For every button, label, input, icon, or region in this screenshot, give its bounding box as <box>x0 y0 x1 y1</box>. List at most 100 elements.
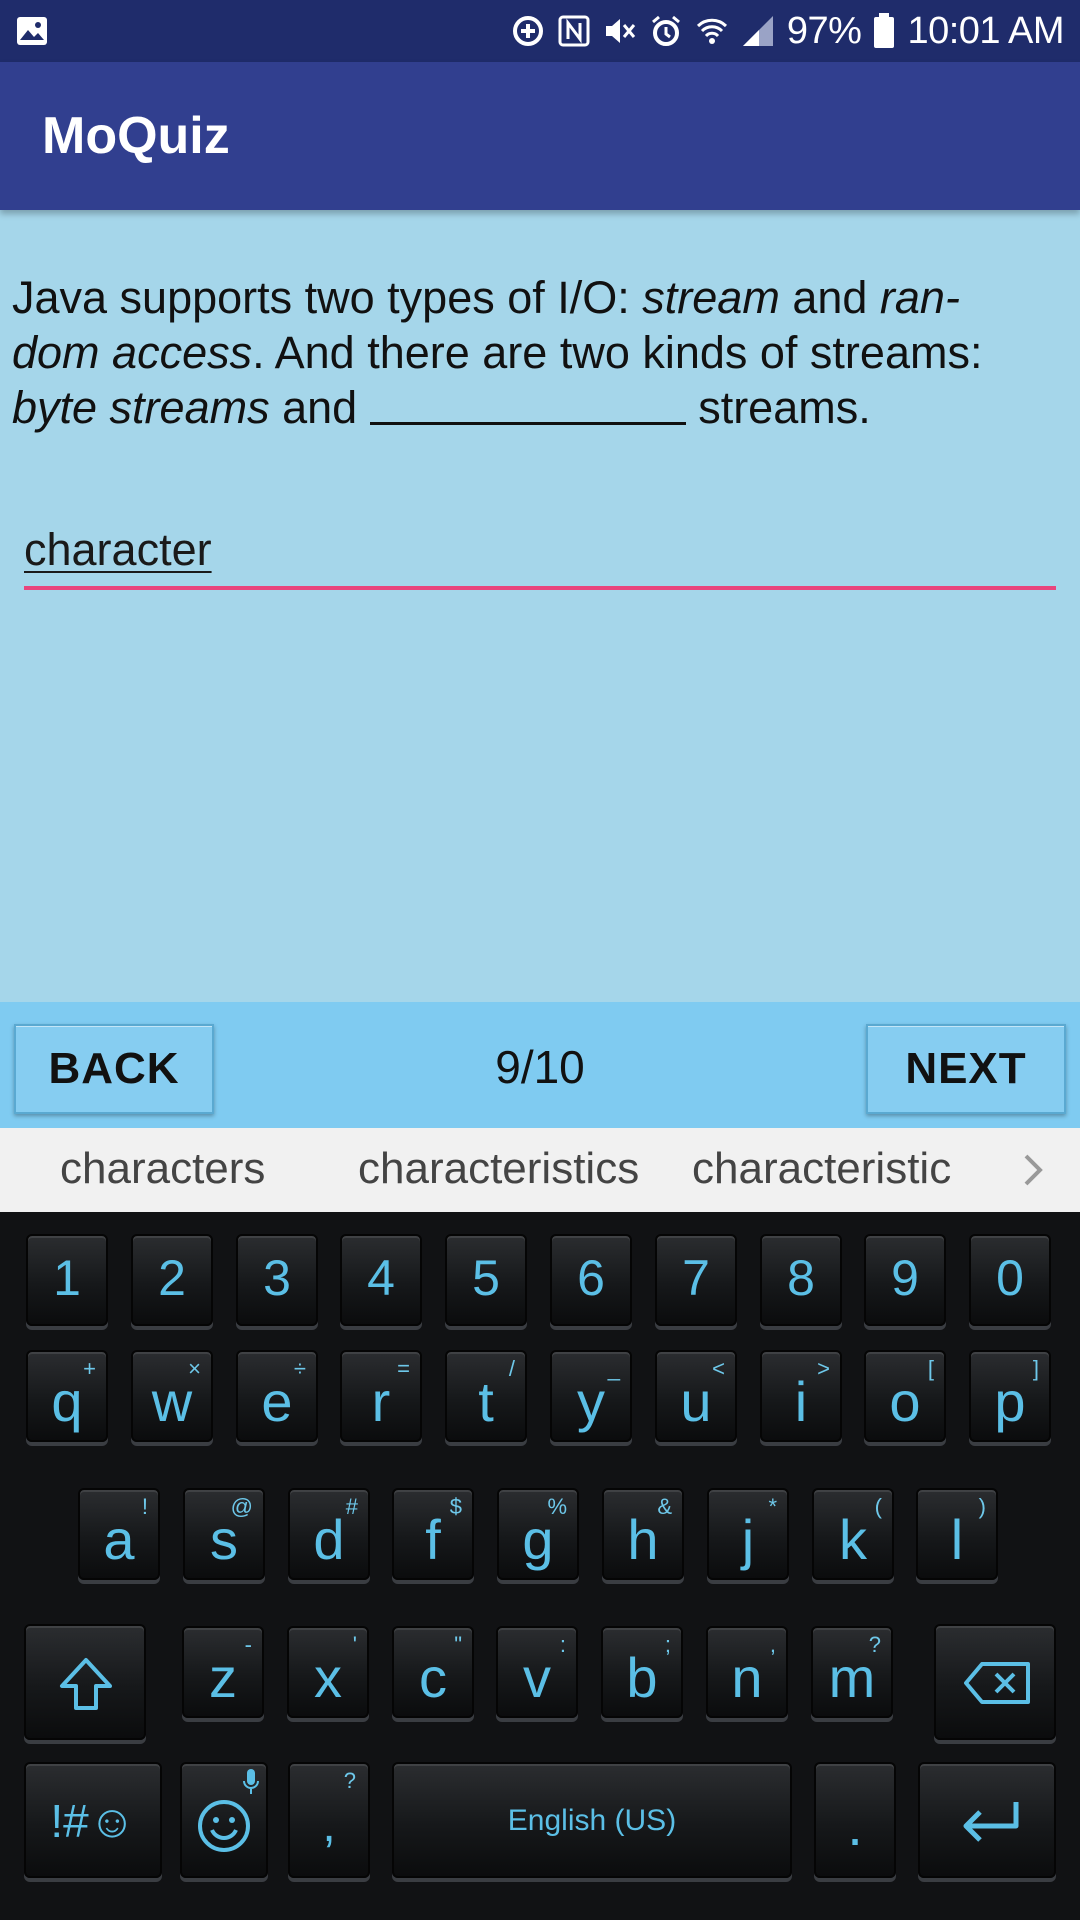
suggestion-item[interactable]: characteristic <box>692 1144 951 1194</box>
key-2-label: 2 <box>158 1250 186 1306</box>
key-m[interactable]: ? m <box>811 1626 893 1718</box>
key-0[interactable]: 0 <box>969 1234 1051 1326</box>
key-4[interactable]: 4 <box>340 1234 422 1326</box>
key-x[interactable]: ' x <box>287 1626 369 1718</box>
key-0-label: 0 <box>996 1250 1024 1306</box>
next-button[interactable]: NEXT <box>866 1024 1066 1114</box>
key-g[interactable]: % g <box>497 1488 579 1580</box>
key-5[interactable]: 5 <box>445 1234 527 1326</box>
key-7[interactable]: 7 <box>655 1234 737 1326</box>
key-r-label: r <box>371 1370 391 1433</box>
key-f-label: f <box>425 1508 441 1571</box>
question-text: Java supports two types of I/O: stream a… <box>12 270 1068 435</box>
space-key[interactable]: English (US) <box>392 1762 792 1878</box>
key-p-label: p <box>994 1370 1026 1433</box>
mic-icon <box>243 1769 259 1794</box>
key-q[interactable]: + q <box>26 1350 108 1442</box>
key-h[interactable]: & h <box>602 1488 684 1580</box>
comma-key[interactable]: ? , <box>288 1762 370 1878</box>
key-2[interactable]: 2 <box>131 1234 213 1326</box>
key-c[interactable]: " c <box>392 1626 474 1718</box>
key-v-label: v <box>523 1646 551 1709</box>
app-bar: MoQuiz <box>0 62 1080 210</box>
key-b-label: b <box>626 1646 658 1709</box>
key-m-label: m <box>828 1646 876 1709</box>
shift-key[interactable] <box>24 1624 146 1740</box>
key-r[interactable]: = r <box>340 1350 422 1442</box>
key-z-label: z <box>209 1646 237 1709</box>
key-k-label: k <box>839 1508 867 1571</box>
key-w-label: w <box>151 1370 193 1433</box>
key-x-label: x <box>314 1646 342 1709</box>
answer-blank <box>369 385 686 425</box>
data-saver-icon <box>511 14 545 48</box>
quiz-nav-bar: BACK 9/10 NEXT <box>0 1002 1080 1128</box>
key-p[interactable]: ] p <box>969 1350 1051 1442</box>
question-emphasis: ran- <box>879 272 960 323</box>
key-v[interactable]: :v <box>496 1626 578 1718</box>
key-b[interactable]: ; b <box>601 1626 683 1718</box>
question-part: . And there are two kinds of streams: <box>252 327 983 378</box>
space-key-label: English (US) <box>507 1804 677 1837</box>
app-title: MoQuiz <box>42 107 230 165</box>
key-w[interactable]: × w <box>131 1350 213 1442</box>
image-icon <box>16 16 48 46</box>
keyboard: !#☺ ? , English (US) . 1 2 3 4 5 6 7 8 9 0 + q × w ÷ e =… <box>0 1212 1080 1920</box>
status-bar: 97% 10:01 AM <box>0 0 1080 62</box>
answer-value: character <box>24 524 212 575</box>
key-3-label: 3 <box>263 1250 291 1306</box>
suggestion-item[interactable]: characteristics <box>358 1144 639 1194</box>
key-t[interactable]: / t <box>445 1350 527 1442</box>
key-k[interactable]: (k <box>812 1488 894 1580</box>
battery-percent: 97% <box>786 9 862 52</box>
key-f[interactable]: $ f <box>392 1488 474 1580</box>
key-1[interactable]: 1 <box>26 1234 108 1326</box>
key-3[interactable]: 3 <box>236 1234 318 1326</box>
key-l-label: l <box>950 1508 964 1571</box>
key-4-label: 4 <box>367 1250 395 1306</box>
chevron-right-icon[interactable] <box>1012 1146 1052 1194</box>
question-emphasis: stream <box>642 272 780 323</box>
key-i-label: i <box>794 1370 808 1433</box>
key-a[interactable]: ! a <box>78 1488 160 1580</box>
key-e[interactable]: ÷ e <box>236 1350 318 1442</box>
period-key-label: . <box>847 1794 863 1857</box>
key-s-label: s <box>210 1508 238 1571</box>
key-5-label: 5 <box>472 1250 500 1306</box>
key-u[interactable]: < u <box>655 1350 737 1442</box>
clock: 10:01 AM <box>907 9 1064 52</box>
key-d[interactable]: # d <box>288 1488 370 1580</box>
symbols-key[interactable]: !#☺ <box>24 1762 162 1878</box>
key-6[interactable]: 6 <box>550 1234 632 1326</box>
key-t-label: t <box>478 1370 494 1433</box>
alarm-icon <box>649 14 683 48</box>
key-o-label: o <box>889 1370 921 1433</box>
key-9-label: 9 <box>891 1250 919 1306</box>
key-9[interactable]: 9 <box>864 1234 946 1326</box>
key-z[interactable]: -z <box>182 1626 264 1718</box>
key-8[interactable]: 8 <box>760 1234 842 1326</box>
answer-input[interactable]: character <box>24 520 1056 590</box>
key-y[interactable]: _ y <box>550 1350 632 1442</box>
question-emphasis: byte streams <box>12 382 270 433</box>
key-s[interactable]: @ s <box>183 1488 265 1580</box>
backspace-key[interactable] <box>934 1624 1056 1740</box>
key-8-label: 8 <box>787 1250 815 1306</box>
key-e-label: e <box>261 1370 293 1433</box>
key-l[interactable]: ) l <box>916 1488 998 1580</box>
key-i[interactable]: > i <box>760 1350 842 1442</box>
wifi-icon <box>695 14 729 48</box>
question-part: and <box>269 382 370 433</box>
key-n[interactable]: ,n <box>706 1626 788 1718</box>
key-a-label: a <box>103 1508 135 1571</box>
key-j[interactable]: * j <box>707 1488 789 1580</box>
enter-key[interactable] <box>918 1762 1056 1878</box>
period-key[interactable]: . <box>814 1762 896 1878</box>
key-q-label: q <box>51 1370 83 1433</box>
key-6-label: 6 <box>577 1250 605 1306</box>
suggestion-item[interactable]: characters <box>60 1144 265 1194</box>
key-h-label: h <box>627 1508 659 1571</box>
key-o[interactable]: [o <box>864 1350 946 1442</box>
emoji-key[interactable] <box>180 1762 268 1878</box>
key-n-label: n <box>731 1646 763 1709</box>
